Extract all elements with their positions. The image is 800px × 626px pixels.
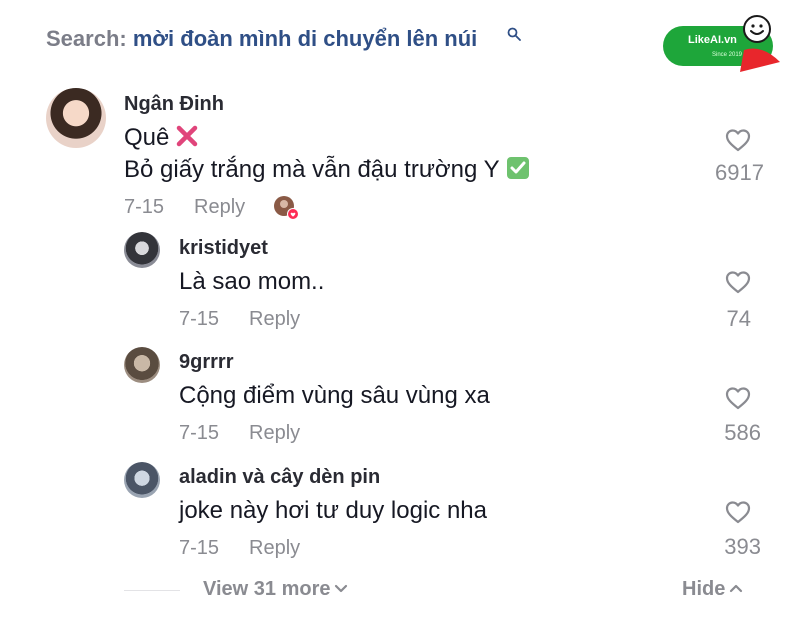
reply-date: 7-15: [179, 537, 220, 559]
reply-text: joke này hơi tư duy logic nha: [179, 497, 487, 524]
reply-username[interactable]: aladin và cây dèn pin: [179, 466, 380, 489]
comment-text: Bỏ giấy trắng mà vẫn đậu trường Y: [124, 156, 500, 183]
comment-text-line: Quê: [124, 124, 199, 152]
reply-button[interactable]: Reply: [249, 308, 300, 331]
comment-text-line: Bỏ giấy trắng mà vẫn đậu trường Y: [124, 156, 530, 184]
reply-username[interactable]: 9grrrr: [179, 351, 233, 374]
search-icon[interactable]: [507, 27, 521, 41]
cross-mark-icon: [177, 125, 198, 147]
divider: [124, 590, 180, 591]
check-box-icon: [506, 157, 529, 179]
comment-text: Quê: [124, 124, 170, 151]
comment-username[interactable]: Ngân Đinh: [124, 93, 224, 116]
heart-icon[interactable]: [725, 128, 751, 152]
logo-wedge-icon: [740, 48, 780, 72]
like-count: 6917: [715, 160, 764, 185]
search-query[interactable]: mời đoàn mình di chuyển lên núi: [133, 26, 477, 51]
smiley-icon: [743, 15, 771, 43]
avatar[interactable]: [46, 88, 106, 148]
reply-text: Là sao mom..: [179, 268, 325, 295]
reply-date: 7-15: [179, 422, 220, 444]
creator-liked-badge-icon: [274, 196, 299, 220]
heart-icon[interactable]: [725, 500, 751, 524]
view-more-button[interactable]: View 31 more: [203, 578, 348, 601]
view-more-label: View 31 more: [203, 578, 331, 600]
heart-icon[interactable]: [725, 386, 751, 410]
reply-button[interactable]: Reply: [249, 422, 300, 445]
reply-button[interactable]: Reply: [194, 196, 245, 219]
chevron-down-icon: [335, 584, 348, 593]
reply-username[interactable]: kristidyet: [179, 237, 268, 260]
search-prefix: Search:: [46, 26, 127, 51]
chevron-up-icon: [730, 584, 743, 593]
hide-button[interactable]: Hide: [682, 578, 743, 601]
comment-date: 7-15: [124, 196, 165, 218]
like-count: 393: [724, 534, 761, 559]
reply-button[interactable]: Reply: [249, 537, 300, 560]
like-count: 586: [724, 420, 761, 445]
avatar[interactable]: [124, 462, 160, 498]
reply-text: Cộng điểm vùng sâu vùng xa: [179, 382, 490, 409]
hide-label: Hide: [682, 578, 726, 600]
reply-date: 7-15: [179, 308, 220, 330]
avatar[interactable]: [124, 347, 160, 383]
like-count: 74: [726, 306, 751, 331]
avatar[interactable]: [124, 232, 160, 268]
watermark-brand: LikeAI.vn: [688, 34, 737, 46]
search-header[interactable]: Search: mời đoàn mình di chuyển lên núi: [46, 26, 477, 52]
heart-icon[interactable]: [725, 270, 751, 294]
